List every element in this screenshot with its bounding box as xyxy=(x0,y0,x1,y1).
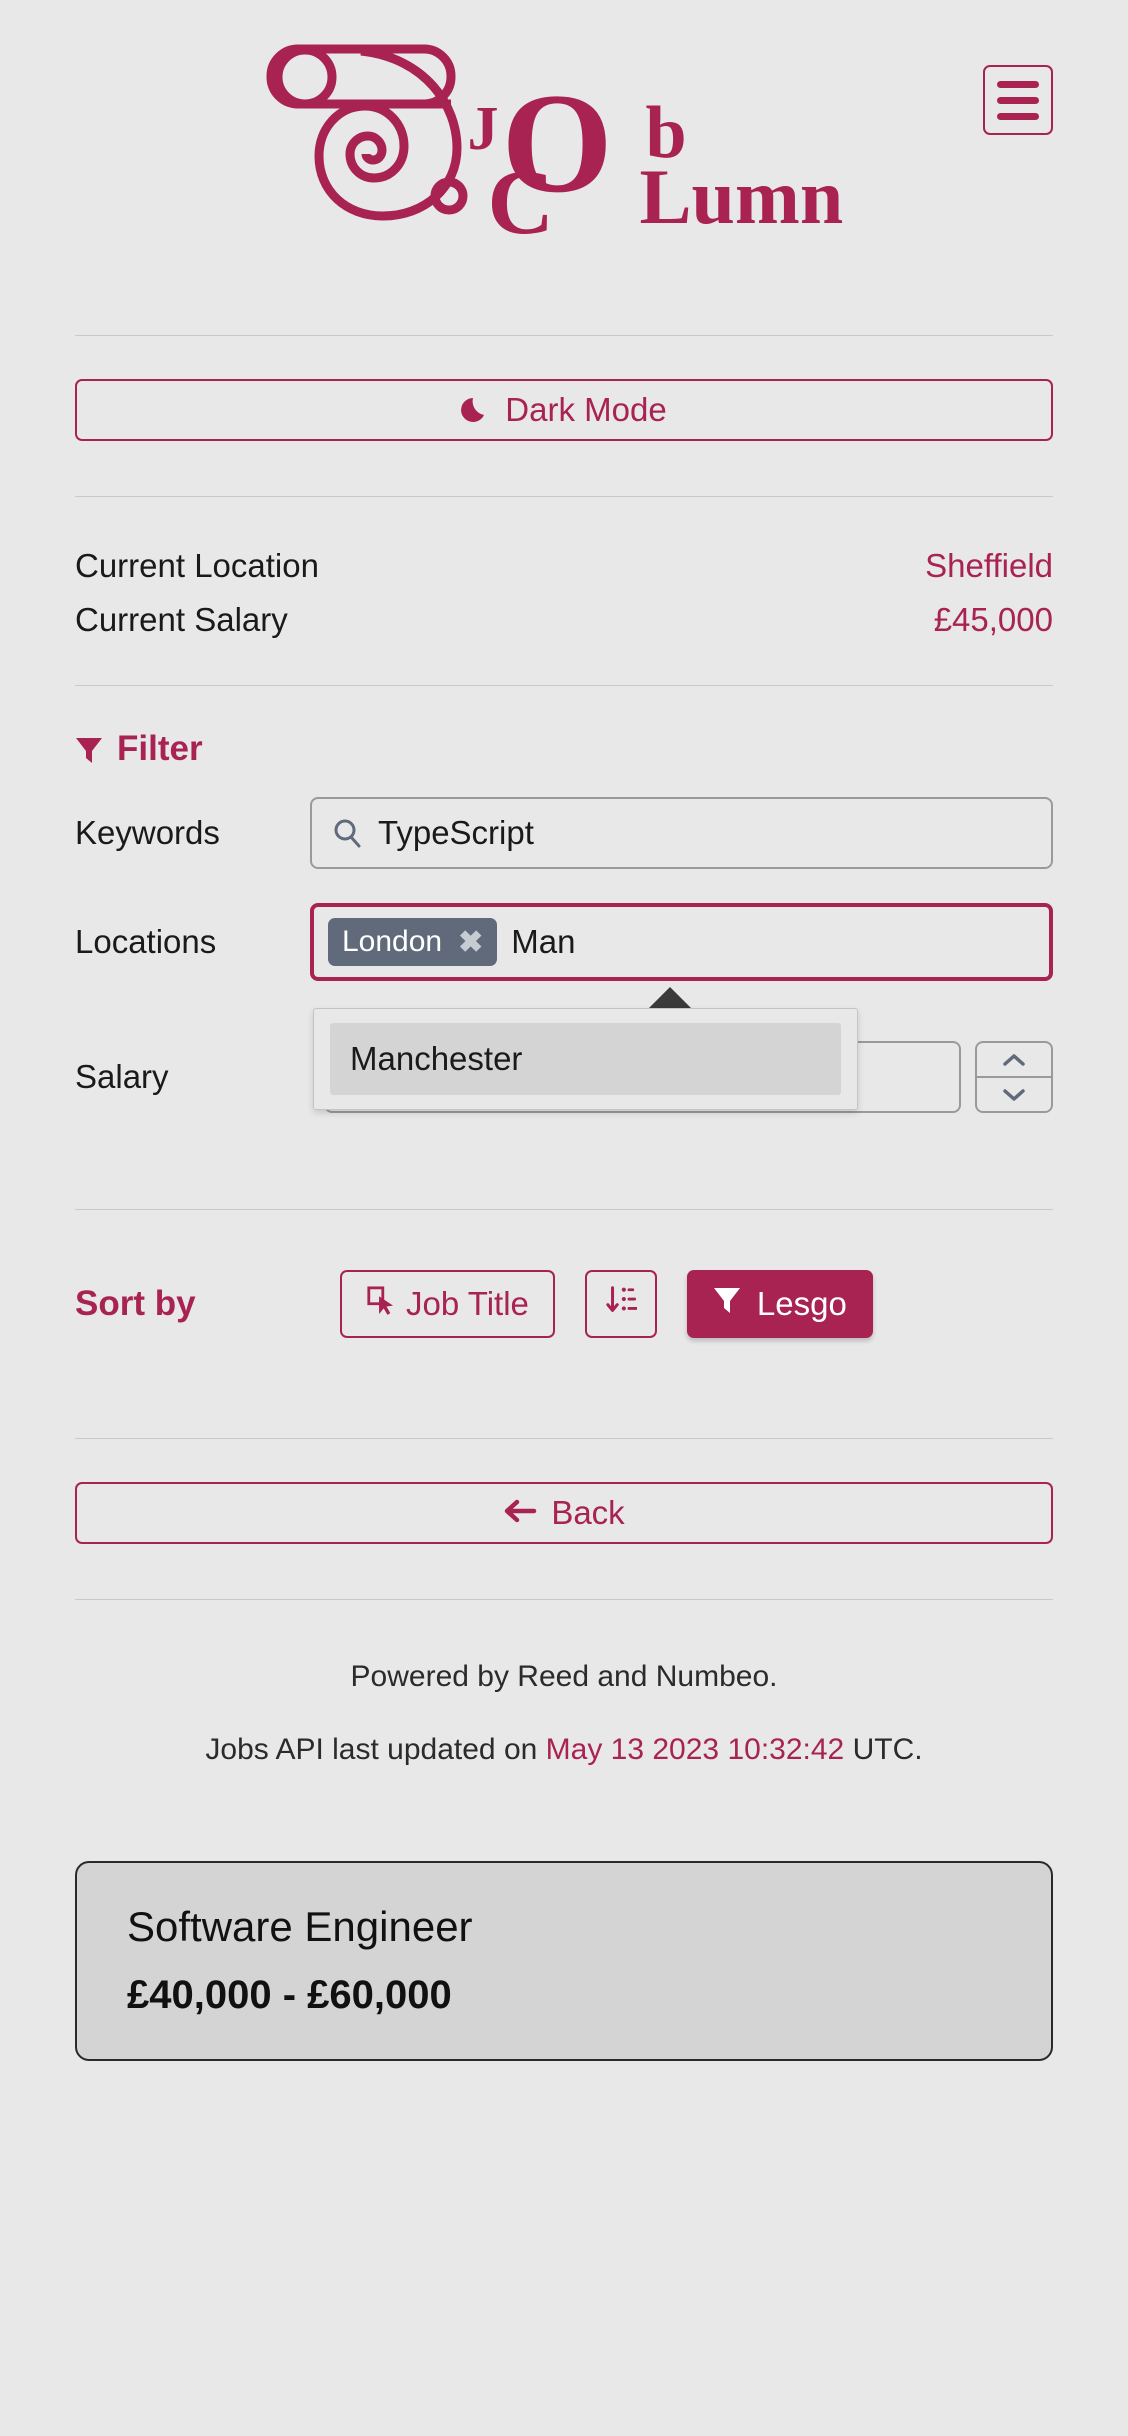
location-chip-label: London xyxy=(342,925,443,958)
salary-stepper[interactable] xyxy=(975,1041,1053,1113)
logo-letter-c: C xyxy=(487,151,554,253)
current-salary-value: £45,000 xyxy=(933,601,1053,638)
sort-row: Sort by Job Title Lesgo xyxy=(0,1270,1128,1338)
stepper-down-icon[interactable] xyxy=(977,1078,1051,1111)
close-icon[interactable]: ✖ xyxy=(458,925,483,960)
footer-updated-suffix: UTC. xyxy=(852,1733,923,1766)
keywords-label: Keywords xyxy=(75,814,220,851)
submit-filter-button[interactable]: Lesgo xyxy=(686,1270,873,1338)
sort-field-label: Job Title xyxy=(406,1285,529,1322)
keywords-value: TypeScript xyxy=(378,814,534,851)
job-title: Software Engineer xyxy=(127,1903,473,1950)
salary-label: Salary xyxy=(75,1058,169,1095)
sort-by-label: Sort by xyxy=(75,1284,196,1323)
filter-title-label: Filter xyxy=(117,729,203,768)
hamburger-icon-bar xyxy=(997,112,1039,120)
logo[interactable]: J O b C Lumn xyxy=(261,36,844,249)
current-location-label: Current Location xyxy=(75,547,319,584)
sort-descending-icon xyxy=(605,1284,638,1324)
job-salary: £40,000 - £60,000 xyxy=(127,1973,452,2017)
current-salary-row: Current Salary £45,000 xyxy=(75,593,1053,647)
filter-heading: Filter xyxy=(0,729,1128,769)
funnel-icon xyxy=(713,1285,741,1323)
back-button[interactable]: Back xyxy=(75,1482,1053,1544)
keywords-input[interactable]: TypeScript xyxy=(310,797,1053,869)
footer-updated-prefix: Jobs API last updated on xyxy=(205,1733,538,1766)
current-location-row: Current Location Sheffield xyxy=(75,539,1053,593)
moon-icon xyxy=(461,395,491,425)
cursor-click-icon xyxy=(366,1285,394,1323)
current-location-value: Sheffield xyxy=(925,547,1053,584)
job-result-card[interactable]: Software Engineer £40,000 - £60,000 xyxy=(75,1861,1053,2061)
hamburger-icon-bar xyxy=(997,80,1039,88)
dark-mode-toggle[interactable]: Dark Mode xyxy=(75,379,1053,441)
hamburger-icon-bar xyxy=(997,96,1039,104)
footer-updated-timestamp: May 13 2023 10:32:42 xyxy=(545,1733,845,1766)
search-icon xyxy=(332,818,362,848)
footer-updated: Jobs API last updated on May 13 2023 10:… xyxy=(0,1725,1128,1775)
app-header: J O b C Lumn xyxy=(0,0,1128,262)
locations-typed-value: Man xyxy=(511,923,576,960)
submit-filter-label: Lesgo xyxy=(756,1285,847,1322)
location-chip-london[interactable]: London ✖ xyxy=(328,918,498,966)
locations-suggestion-panel: Manchester xyxy=(313,1008,858,1110)
back-label: Back xyxy=(551,1494,625,1531)
locations-field-row: Locations London ✖ Man xyxy=(0,903,1128,981)
suggestion-option-manchester[interactable]: Manchester xyxy=(330,1023,841,1095)
current-salary-label: Current Salary xyxy=(75,601,288,638)
dropdown-caret-icon xyxy=(648,987,692,1009)
keywords-field-row: Keywords TypeScript xyxy=(0,797,1128,869)
locations-label: Locations xyxy=(75,923,217,960)
stepper-up-icon[interactable] xyxy=(977,1043,1051,1076)
dark-mode-label: Dark Mode xyxy=(505,391,667,428)
sort-direction-button[interactable] xyxy=(584,1270,657,1338)
hamburger-menu-button[interactable] xyxy=(983,65,1053,135)
arrow-left-icon xyxy=(503,1494,537,1532)
footer-powered-by: Powered by Reed and Numbeo. xyxy=(350,1660,778,1693)
logo-wordmark: J O b C Lumn xyxy=(468,46,844,249)
logo-letters-lumn: Lumn xyxy=(639,153,844,240)
scroll-spiral-icon xyxy=(261,36,476,226)
locations-input[interactable]: London ✖ Man xyxy=(310,903,1053,981)
sort-field-button[interactable]: Job Title xyxy=(340,1270,555,1338)
current-info: Current Location Sheffield Current Salar… xyxy=(0,539,1128,647)
funnel-icon xyxy=(75,734,103,764)
